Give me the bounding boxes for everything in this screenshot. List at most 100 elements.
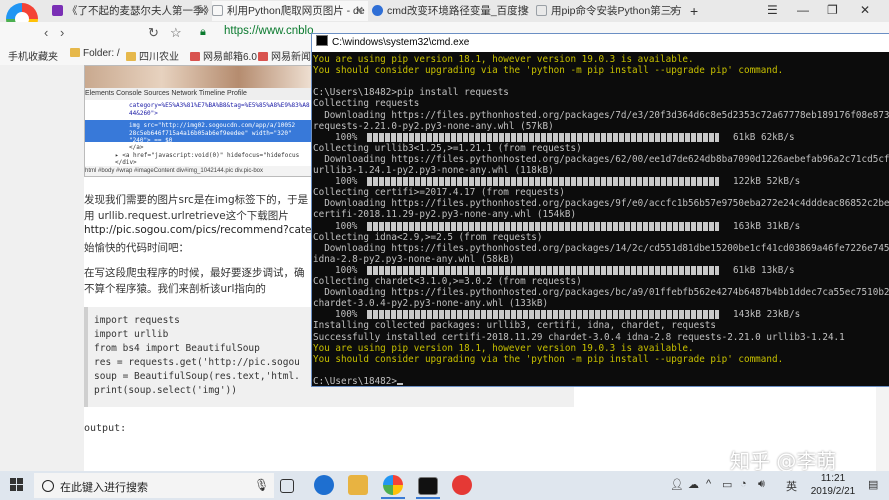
code-line: import requests	[94, 315, 180, 326]
clock[interactable]: 11:21 2019/2/21	[808, 472, 858, 498]
bookmark-item[interactable]: 手机收藏夹	[8, 48, 58, 63]
cmd-line: Downloading https://files.pythonhosted.o…	[324, 242, 889, 254]
code-line: res = requests.get('http://pic.sogou	[94, 357, 300, 368]
cmd-line: urllib3-1.24.1-py2.py3-none-any.whl (118…	[313, 165, 554, 176]
cmd-line: Downloading https://files.pythonhosted.o…	[324, 287, 889, 299]
bookmark-item[interactable]: 网易邮箱6.0	[190, 48, 257, 63]
cmd-output[interactable]: You are using pip version 18.1, however …	[312, 52, 889, 386]
edge-icon[interactable]	[314, 475, 334, 495]
cmd-line: idna-2.8-py2.py3-none-any.whl (58kB)	[313, 253, 515, 265]
output-label: output:	[84, 423, 127, 434]
new-tab-button[interactable]: +	[690, 1, 704, 21]
code-line: from bs4 import BeautifulSoup	[94, 343, 260, 354]
notification-icon[interactable]: ▤	[868, 478, 878, 491]
person-icon[interactable]: 👤︎	[670, 478, 684, 491]
maximize-button[interactable]: ❐	[827, 3, 838, 17]
progress-stats: 61kB 13kB/s	[733, 264, 795, 276]
progress-bar	[367, 177, 719, 187]
article-paragraph: 在写这段爬虫程序的时候，最好要逐步调试，确	[84, 267, 305, 279]
clock-date: 2019/2/21	[810, 486, 856, 497]
mail-icon	[190, 52, 200, 61]
cmd-line: Installing collected packages: urllib3, …	[313, 320, 716, 332]
bookmark-item[interactable]: 四川农业	[126, 48, 179, 63]
cmd-window[interactable]: C:\windows\system32\cmd.exe You are usin…	[311, 33, 889, 387]
cmd-taskbar-icon[interactable]	[418, 477, 438, 495]
cmd-line: C:\Users\18482>	[313, 376, 403, 386]
url-field[interactable]: https://www.cnblo	[224, 25, 313, 37]
active-indicator	[381, 497, 405, 499]
menu-icon[interactable]: ☰	[767, 3, 778, 17]
ime-indicator[interactable]: 英	[786, 478, 797, 494]
bookmark-item[interactable]: Folder: /	[70, 48, 120, 59]
browser-tab[interactable]: 用pip命令安装Python第三方库 ✕	[536, 1, 682, 21]
minimize-button[interactable]: —	[797, 3, 809, 17]
cmd-line: Collecting certifi>=2017.4.17 (from requ…	[313, 187, 565, 199]
browser-icon[interactable]	[383, 475, 403, 495]
tab-favicon-icon	[52, 5, 63, 16]
refresh-icon[interactable]: ↻	[148, 25, 159, 41]
taskbar-search[interactable]: 在此键入进行搜索 🎙︎	[34, 473, 274, 498]
bookmark-star-icon[interactable]: ☆	[170, 25, 182, 41]
progress-bar	[367, 221, 719, 231]
progress-bar	[367, 132, 719, 142]
bookmark-item[interactable]: 网易新闻	[258, 48, 311, 63]
cmd-line: chardet-3.0.4-py2.py3-none-any.whl (133k…	[313, 298, 549, 310]
netease-music-icon[interactable]	[452, 475, 472, 495]
microphone-icon[interactable]: 🎙︎	[254, 478, 269, 492]
cmd-line: Downloading https://files.pythonhosted.o…	[324, 198, 889, 210]
task-view-icon[interactable]	[280, 479, 294, 493]
cmd-line: Downloading https://files.pythonhosted.o…	[324, 153, 889, 165]
close-tab-icon[interactable]: ✕	[199, 1, 208, 21]
network-icon[interactable]: ◔	[740, 478, 747, 490]
cmd-line: Collecting requests	[313, 98, 420, 110]
cmd-warning-line: You are using pip version 18.1, however …	[313, 54, 694, 65]
article-link[interactable]: http://pic.sogou.com/pics/recommend?cate…	[84, 224, 318, 236]
progress-stats: 61kB 62kB/s	[733, 131, 795, 143]
progress-percent: 100%	[335, 131, 358, 143]
windows-start-icon[interactable]	[10, 478, 24, 492]
cmd-title-bar[interactable]: C:\windows\system32\cmd.exe	[312, 34, 889, 52]
devtools-line: </div>	[115, 159, 137, 166]
devtools-screenshot: Elements Console Sources Network Timelin…	[84, 65, 316, 177]
weather-icon[interactable]: ☁︎	[688, 478, 699, 491]
file-explorer-icon[interactable]	[348, 475, 368, 495]
article-paragraph: 始愉快的代码时间吧：	[84, 242, 189, 254]
article-paragraph: 发现我们需要的图片src是在img标签下的，于是	[84, 194, 309, 206]
cmd-line: certifi-2018.11.29-py2.py3-none-any.whl …	[313, 209, 577, 221]
volume-icon[interactable]: 🔊︎	[758, 478, 765, 491]
progress-stats: 143kB 23kB/s	[733, 309, 801, 321]
article-paragraph: 不算个程序猿。我们来剖析该url指向的	[84, 283, 266, 295]
browser-tab-active[interactable]: 利用Python爬取网页图片 - de ✕	[212, 1, 368, 21]
browser-tab[interactable]: cmd改变环境路径变量_百度搜 ✕	[372, 1, 534, 21]
folder-icon	[126, 52, 136, 61]
devtools-line: </a>	[129, 144, 144, 151]
cmd-line: C:\Users\18482>pip install requests	[313, 87, 509, 99]
cmd-line: Collecting idna<2.9,>=2.5 (from requests…	[313, 231, 543, 243]
show-hidden-icons[interactable]: ^	[706, 478, 711, 490]
folder-icon	[70, 48, 80, 57]
code-line: print(soup.select('img'))	[94, 385, 237, 396]
close-tab-icon[interactable]: ✕	[521, 1, 530, 21]
browser-tab[interactable]: 《了不起的麦瑟尔夫人第一季》 ✕	[52, 1, 212, 21]
progress-bar	[367, 265, 719, 275]
close-tab-icon[interactable]: ✕	[669, 1, 678, 21]
cmd-line: requests-2.21.0-py2.py3-none-any.whl (57…	[313, 120, 554, 132]
close-tab-icon[interactable]: ✕	[355, 1, 364, 21]
active-indicator	[416, 497, 440, 499]
clock-time: 11:21	[820, 473, 846, 484]
tab-favicon-icon	[536, 5, 547, 16]
progress-percent: 100%	[335, 176, 358, 188]
cmd-line: Collecting chardet<3.1.0,>=3.0.2 (from r…	[313, 276, 582, 287]
back-icon[interactable]: ‹	[44, 25, 48, 40]
battery-icon[interactable]: ▭	[722, 478, 732, 491]
forward-icon[interactable]: ›	[60, 25, 64, 40]
photo-strip	[85, 66, 315, 88]
browser-tab-bar: 《了不起的麦瑟尔夫人第一季》 ✕ 利用Python爬取网页图片 - de ✕ cmd…	[0, 0, 889, 35]
devtools-line: img src="http://img02.sogoucdn.com/app/a…	[129, 122, 296, 129]
cmd-line: Collecting urllib3<1.25,>=1.21.1 (from r…	[313, 142, 582, 154]
devtools-breadcrumbs: html #body #wrap #imageContent div#img_1…	[85, 166, 315, 176]
progress-stats: 163kB 31kB/s	[733, 220, 801, 232]
progress-percent: 100%	[335, 309, 358, 321]
close-window-button[interactable]: ✕	[860, 3, 870, 17]
progress-bar	[367, 310, 719, 320]
